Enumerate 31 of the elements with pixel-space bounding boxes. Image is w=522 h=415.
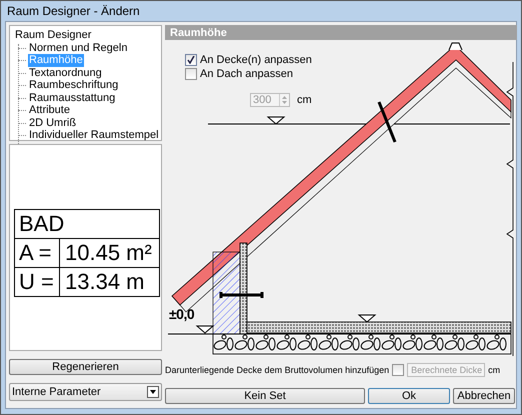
parameter-dropdown[interactable]: Interne Parameter xyxy=(9,383,162,401)
tree-item[interactable]: Normen und Regeln xyxy=(28,42,128,54)
dialog-button[interactable]: Abbrechen xyxy=(453,388,515,404)
stamp-value: 13.34 m xyxy=(64,268,146,296)
dialog-button[interactable]: Kein Set xyxy=(165,388,365,404)
window-title: Raum Designer - Ändern xyxy=(6,3,141,20)
checkbox[interactable] xyxy=(185,68,197,80)
stamp-label: A = xyxy=(15,239,60,268)
tree-item[interactable]: Individueller Raumstempel xyxy=(28,129,160,142)
unit-label: cm xyxy=(297,94,312,106)
section-header: Raumhöhe xyxy=(165,25,517,40)
floor-option-label: Darunterliegende Decke dem Bruttovolumen hinzufügen xyxy=(165,365,390,375)
tree-item[interactable]: Raumbeschriftung xyxy=(28,79,120,92)
stamp-value: 10.45 m² xyxy=(60,239,159,268)
stamp-label: U = xyxy=(15,268,60,296)
room-name: BAD xyxy=(15,210,159,239)
checkbox[interactable] xyxy=(185,54,197,66)
checkbox-label: An Decke(n) anpassen xyxy=(200,54,312,66)
level-label: ±0,0 xyxy=(169,306,194,322)
checkbox-label: An Dach anpassen xyxy=(200,68,293,80)
unit-label: cm xyxy=(488,365,500,375)
spin-arrows-icon xyxy=(279,94,289,106)
dialog-button[interactable]: Ok xyxy=(368,388,450,404)
checkmark-icon xyxy=(187,56,195,64)
regenerate-button[interactable]: Regenerieren xyxy=(9,359,162,375)
tree-item[interactable]: Raum Designer xyxy=(14,29,92,42)
tree-item[interactable]: Textanordnung xyxy=(28,66,103,79)
checkbox[interactable] xyxy=(392,364,404,376)
tree-item[interactable]: Raumausstattung xyxy=(28,92,116,104)
tree-item[interactable]: Attribute xyxy=(28,104,71,116)
tree-item[interactable]: 2D Umriß xyxy=(28,116,78,129)
